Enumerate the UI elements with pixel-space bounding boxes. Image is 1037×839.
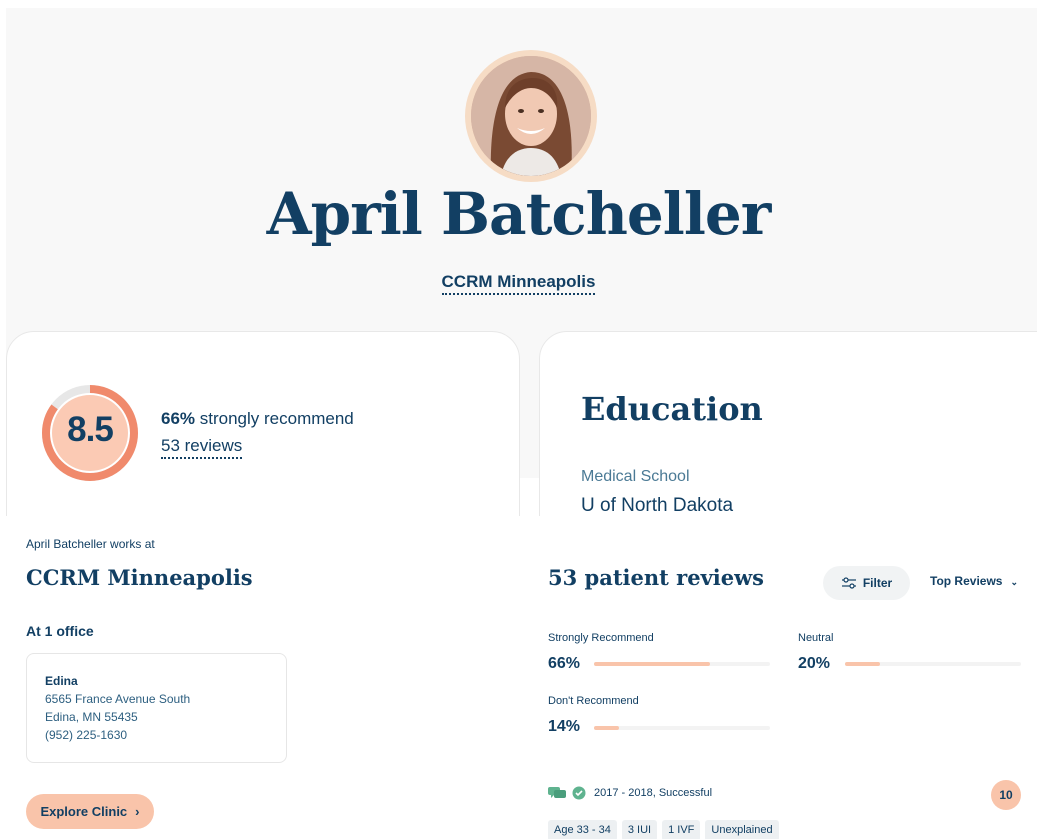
clinic-link-text[interactable]: CCRM Minneapolis <box>441 272 596 295</box>
recommend-summary: 66% strongly recommend <box>161 409 354 429</box>
review-meta-text: 2017 - 2018, Successful <box>594 787 713 799</box>
education-label: Medical School <box>581 468 690 485</box>
stat-label-dont-recommend: Don't Recommend <box>548 695 639 707</box>
verified-badge-icon <box>572 786 586 800</box>
recommend-text: strongly recommend <box>195 409 354 428</box>
office-phone[interactable]: (952) 225-1630 <box>45 728 127 742</box>
stat-pct-neutral: 20% <box>798 655 831 672</box>
stat-bar-neutral <box>845 662 1021 666</box>
office-city-state: Edina, MN 55435 <box>45 710 138 724</box>
office-count: At 1 office <box>26 623 94 639</box>
stat-pct-strongly-recommend: 66% <box>548 655 581 672</box>
stat-label-neutral: Neutral <box>798 632 834 644</box>
review-tag: Age 33 - 34 <box>548 820 617 839</box>
review-tag: 1 IVF <box>662 820 701 839</box>
avatar <box>471 56 591 176</box>
score-value: 8.5 <box>67 410 114 449</box>
explore-clinic-label: Explore Clinic <box>40 804 128 819</box>
stat-bar-fill <box>594 726 619 730</box>
chevron-right-icon: › <box>135 804 140 819</box>
avatar-ring <box>465 50 597 182</box>
review-count-badge: 10 <box>991 780 1021 810</box>
reviews-title: 53 patient reviews <box>548 565 765 590</box>
stat-bar-fill <box>845 662 881 666</box>
stat-bar-fill <box>594 662 711 666</box>
filter-label: Filter <box>862 576 893 590</box>
office-card <box>26 653 287 763</box>
sort-label: Top Reviews <box>930 574 1003 588</box>
education-title: Education <box>581 390 763 428</box>
chevron-down-icon: ⌄ <box>1010 577 1019 587</box>
stat-bar-strongly-recommend <box>594 662 770 666</box>
review-tag: 3 IUI <box>621 820 658 839</box>
sort-dropdown[interactable]: Top Reviews ⌄ <box>930 574 1018 588</box>
office-address: 6565 France Avenue South <box>45 692 191 706</box>
stat-pct-dont-recommend: 14% <box>548 718 581 735</box>
stat-label-strongly-recommend: Strongly Recommend <box>548 632 654 644</box>
stat-bar-dont-recommend <box>594 726 770 730</box>
works-at-intro: April Batcheller works at <box>26 537 155 551</box>
education-value: U of North Dakota <box>581 495 734 516</box>
office-city: Edina <box>45 674 78 688</box>
clinic-link[interactable]: CCRM Minneapolis <box>0 272 1037 295</box>
review-tags: Age 33 - 34 3 IUI 1 IVF Unexplained <box>548 820 779 839</box>
review-meta: 2017 - 2018, Successful <box>548 786 712 800</box>
filter-button[interactable]: Filter <box>823 566 910 600</box>
chat-bubbles-icon <box>548 787 566 798</box>
doctor-name: April Batcheller <box>266 180 772 248</box>
reviews-link[interactable]: 53 reviews <box>161 436 243 459</box>
sliders-icon <box>841 577 856 589</box>
review-tag: Unexplained <box>705 820 779 839</box>
recommend-pct: 66% <box>161 409 196 428</box>
clinic-title: CCRM Minneapolis <box>26 565 253 590</box>
explore-clinic-button[interactable]: Explore Clinic › <box>26 794 154 829</box>
